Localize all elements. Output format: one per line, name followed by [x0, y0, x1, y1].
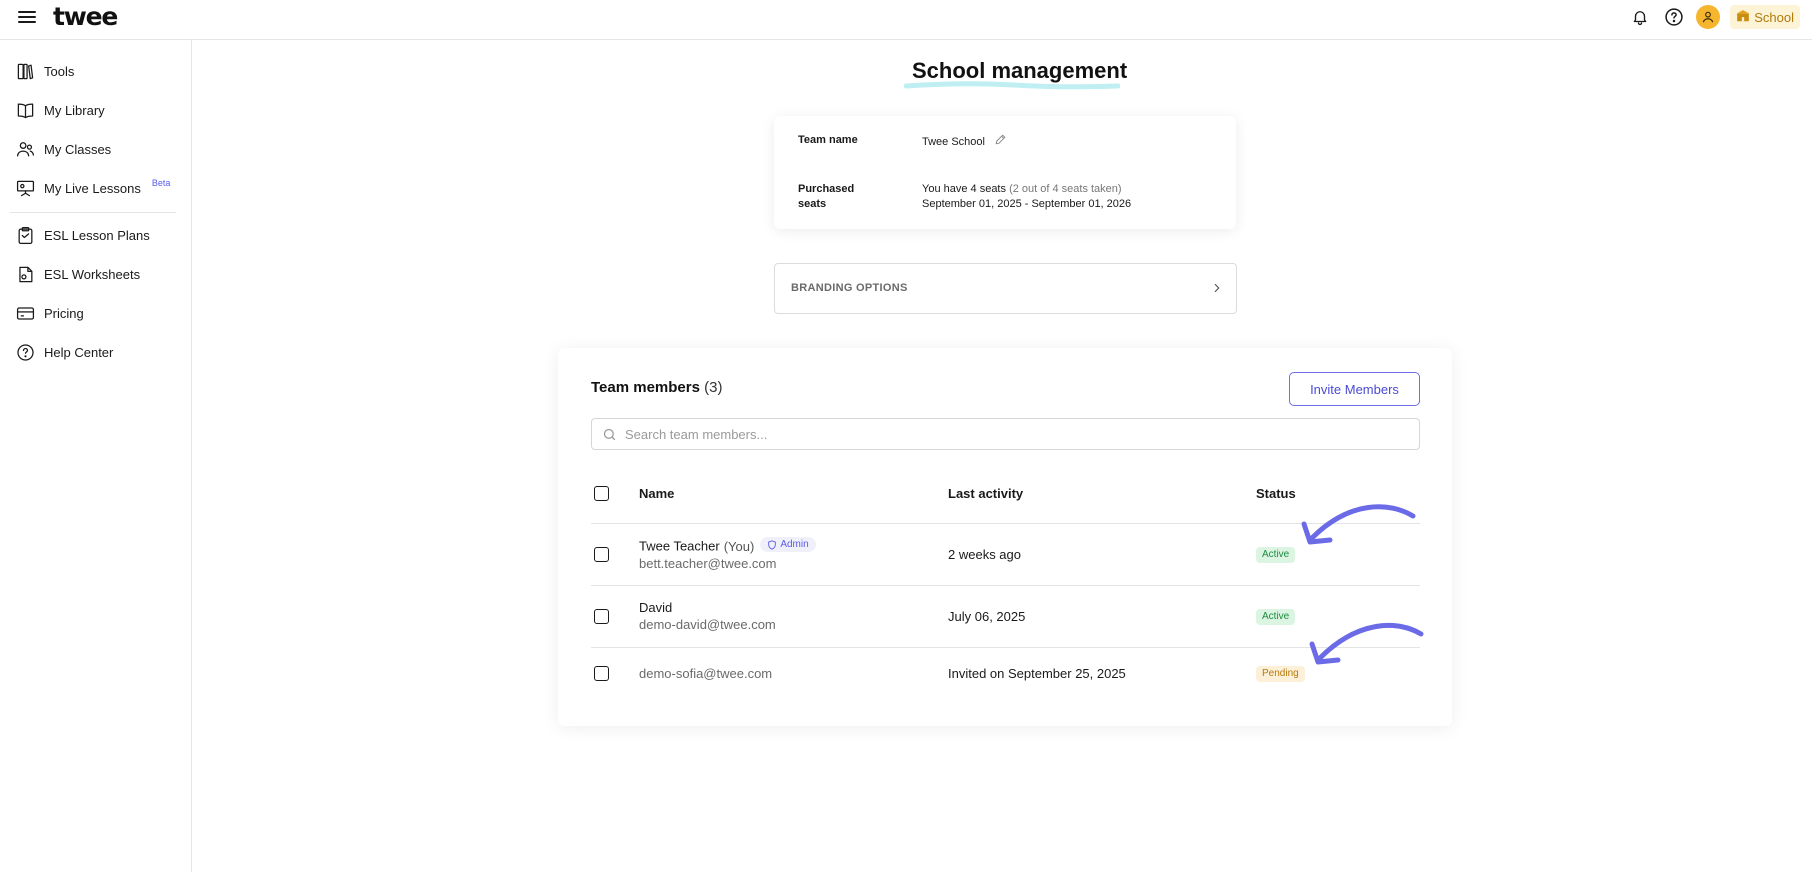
- hamburger-menu-icon[interactable]: [16, 8, 38, 30]
- seats-taken: (2 out of 4 seats taken): [1009, 183, 1122, 195]
- sidebar-item-help-center[interactable]: Help Center: [16, 340, 113, 364]
- team-members-heading: Team members: [591, 379, 700, 396]
- search-icon: [603, 428, 616, 441]
- sidebar-item-label: ESL Lesson Plans: [44, 227, 150, 243]
- row-checkbox[interactable]: [594, 609, 609, 624]
- seats-period: September 01, 2025 - September 01, 2026: [922, 198, 1132, 210]
- user-avatar[interactable]: [1696, 5, 1721, 29]
- purchased-seats-value: You have 4 seats (2 out of 4 seats taken…: [922, 182, 1131, 212]
- sidebar-item-esl-lesson-plans[interactable]: ESL Lesson Plans: [16, 223, 150, 247]
- admin-badge: Admin: [760, 537, 816, 552]
- sidebar-item-tools[interactable]: Tools: [16, 59, 74, 83]
- admin-badge-label: Admin: [780, 539, 809, 550]
- annotation-arrow: [1301, 504, 1416, 545]
- tools-icon: [17, 63, 34, 79]
- school-label: School: [1754, 9, 1794, 25]
- member-email: bett.teacher@twee.com: [639, 555, 777, 571]
- branding-options-label: BRANDING OPTIONS: [791, 282, 908, 294]
- beta-badge: Beta: [151, 178, 171, 188]
- member-last-activity: Invited on September 25, 2025: [948, 666, 1126, 681]
- document-icon: [19, 266, 33, 282]
- search-members-input[interactable]: [625, 419, 1405, 449]
- seats-text: You have 4 seats: [922, 183, 1006, 195]
- annotation-arrow: [1309, 622, 1424, 665]
- purchased-seats-label: Purchased seats: [798, 183, 855, 210]
- header-actions: School: [1628, 5, 1800, 29]
- sidebar-item-pricing[interactable]: Pricing: [16, 301, 84, 325]
- select-all-checkbox[interactable]: [594, 486, 609, 501]
- sidebar-item-my-library[interactable]: My Library: [16, 98, 105, 122]
- school-switcher[interactable]: School: [1730, 5, 1800, 29]
- sidebar-item-label: Help Center: [44, 344, 114, 360]
- row-divider: [591, 647, 1420, 648]
- sidebar-divider: [10, 212, 176, 213]
- row-divider: [591, 585, 1420, 586]
- search-box: [591, 418, 1420, 450]
- bell-icon[interactable]: [1628, 5, 1652, 29]
- sidebar-item-esl-worksheets[interactable]: ESL Worksheets: [16, 262, 140, 286]
- top-bar: twee School: [0, 0, 1812, 40]
- sidebar-item-label: My Classes: [44, 141, 112, 157]
- book-icon: [17, 103, 34, 118]
- sidebar-item-my-classes[interactable]: My Classes: [16, 137, 111, 161]
- member-name-cell: David demo-david@twee.com: [639, 599, 776, 633]
- sidebar-item-my-live-lessons[interactable]: My Live Lessons Beta: [16, 176, 170, 200]
- row-checkbox[interactable]: [594, 547, 609, 562]
- team-info-card: Team name Twee School Purchased seats Yo…: [774, 116, 1236, 229]
- help-circle-icon[interactable]: [1662, 5, 1686, 29]
- team-name-value-row: Twee School: [922, 133, 1007, 151]
- sidebar-item-label: My Live Lessons: [44, 180, 141, 196]
- member-email: demo-sofia@twee.com: [639, 666, 773, 681]
- member-name: Twee Teacher: [639, 538, 720, 554]
- branding-options-accordion[interactable]: BRANDING OPTIONS: [774, 263, 1237, 314]
- row-checkbox[interactable]: [594, 666, 609, 681]
- chevron-right-icon: [1214, 283, 1220, 293]
- team-name-label: Team name: [798, 134, 858, 146]
- help-icon: [17, 343, 34, 361]
- member-last-activity: July 06, 2025: [948, 609, 1026, 624]
- you-indicator: (You): [723, 538, 755, 554]
- invite-members-button[interactable]: Invite Members: [1289, 372, 1420, 406]
- clipboard-icon: [18, 226, 33, 244]
- twee-logo[interactable]: twee: [53, 2, 118, 31]
- card-icon: [16, 306, 35, 320]
- team-members-title: Team members (3): [591, 379, 722, 396]
- team-members-count: (3): [704, 379, 723, 396]
- member-last-activity: 2 weeks ago: [948, 547, 1021, 562]
- column-header-name[interactable]: Name: [639, 486, 674, 501]
- status-badge: Active: [1256, 609, 1296, 625]
- sidebar-item-label: Pricing: [44, 305, 84, 321]
- edit-pencil-icon[interactable]: [994, 133, 1007, 151]
- shield-icon: [768, 539, 777, 550]
- presentation-icon: [16, 180, 35, 196]
- column-header-last-activity[interactable]: Last activity: [948, 486, 1023, 501]
- sidebar-item-label: My Library: [44, 102, 105, 118]
- member-name-cell: Twee Teacher (You) Admin bett.teacher@twee…: [639, 537, 816, 572]
- users-icon: [16, 141, 35, 156]
- team-name-value: Twee School: [922, 135, 985, 148]
- member-name: David: [639, 600, 673, 615]
- school-icon: [1736, 9, 1750, 25]
- sidebar: Tools My Library My Classes My Live Less…: [0, 40, 192, 872]
- page-title: School management: [912, 58, 1128, 83]
- sidebar-item-label: ESL Worksheets: [44, 266, 141, 282]
- member-email: demo-david@twee.com: [639, 617, 776, 632]
- sidebar-item-label: Tools: [44, 63, 75, 79]
